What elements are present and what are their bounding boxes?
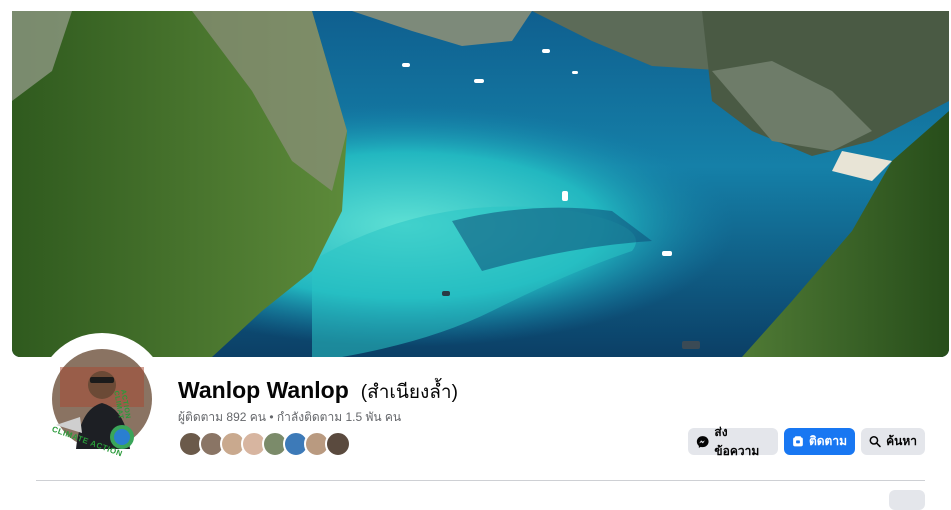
profile-name-row: Wanlop Wanlop (สำเนียงล้ำ)	[178, 377, 458, 407]
search-icon	[869, 435, 881, 448]
cover-photo-image	[12, 11, 949, 357]
search-button[interactable]: ค้นหา	[861, 428, 925, 455]
message-button[interactable]: ส่งข้อความ	[688, 425, 778, 458]
follow-stats: ผู้ติดตาม 892 คน • กำลังติดตาม 1.5 พัน ค…	[178, 408, 401, 427]
profile-divider	[36, 480, 925, 481]
follow-button-label: ติดตาม	[808, 434, 847, 448]
profile-nickname: (สำเนียงล้ำ)	[360, 382, 458, 403]
profile-picture[interactable]: ACCIÓN CLIMÁTICA AKSI IKLIM ACTION CLIMA…	[36, 333, 168, 465]
friend-avatar[interactable]	[325, 431, 351, 457]
profile-name: Wanlop Wanlop	[178, 377, 349, 403]
messenger-icon	[696, 435, 709, 448]
search-button-label: ค้นหา	[886, 434, 917, 448]
follow-button[interactable]: ติดตาม	[784, 428, 855, 455]
avatar: ACCIÓN CLIMÁTICA AKSI IKLIM ACTION CLIMA…	[40, 337, 164, 461]
followers-link[interactable]: ผู้ติดตาม 892 คน	[178, 410, 266, 424]
follow-icon	[793, 436, 803, 447]
stats-separator: •	[265, 410, 277, 424]
more-options-button[interactable]	[889, 490, 925, 510]
cover-photo[interactable]	[12, 11, 949, 357]
following-link[interactable]: กำลังติดตาม 1.5 พัน คน	[277, 410, 401, 424]
message-button-label: ส่งข้อความ	[714, 424, 760, 458]
friend-avatars	[178, 431, 351, 457]
